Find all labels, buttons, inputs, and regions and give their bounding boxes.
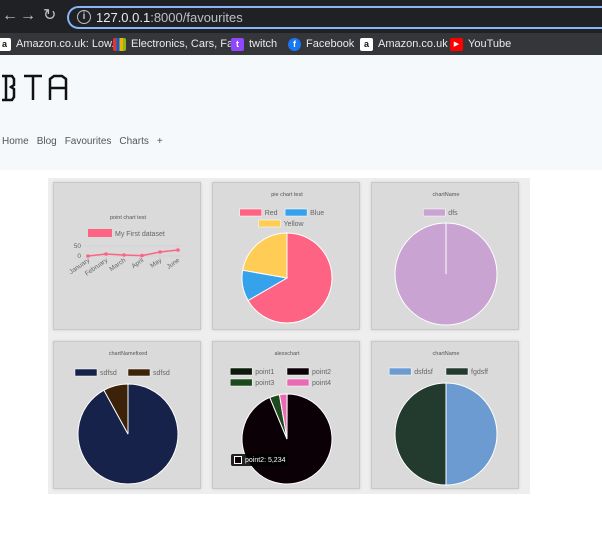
- legend-label: dfs: [448, 210, 458, 217]
- nav-favourites[interactable]: Favourites: [65, 136, 112, 147]
- bookmark-amazon-low[interactable]: a Amazon.co.uk: Low...: [0, 36, 121, 52]
- nav-blog[interactable]: Blog: [37, 136, 57, 147]
- tooltip-swatch: [234, 456, 242, 464]
- url-text[interactable]: 127.0.0.1:8000/favourites: [96, 10, 243, 25]
- twitch-icon: t: [231, 37, 244, 51]
- chart-card-1: point chart test My First dataset 50 0 Janua…: [53, 182, 201, 330]
- y-tick-label: 50: [74, 243, 82, 250]
- back-arrow-icon[interactable]: ←: [2, 8, 18, 24]
- data-point: [122, 253, 126, 257]
- amazon-icon: a: [0, 37, 11, 51]
- legend-label: fgdsff: [471, 369, 488, 376]
- x-tick-label: March: [108, 257, 127, 273]
- data-point: [158, 250, 162, 254]
- chart-card-4: chartNamefixed sdfsd sdfsd: [53, 341, 201, 489]
- tooltip-text: point2: 5,234: [245, 456, 286, 464]
- pie-slice: [394, 382, 447, 486]
- chart-title: point chart test: [110, 215, 147, 221]
- bookmark-twitch[interactable]: t twitch: [231, 36, 277, 52]
- legend-swatch: [286, 378, 310, 387]
- info-icon[interactable]: i: [77, 10, 91, 24]
- chart-card-5: alexschart point1 point2 point3 point4 point…: [212, 341, 360, 489]
- youtube-icon: ▶: [450, 37, 463, 51]
- chart-card-6: chartName dsfdsf fgdsff: [371, 341, 519, 489]
- bookmark-youtube[interactable]: ▶ YouTube: [450, 36, 511, 52]
- bookmark-label: Electronics, Cars, Fa...: [131, 38, 243, 50]
- nav-add[interactable]: +: [157, 136, 163, 147]
- legend-swatch: [284, 208, 308, 217]
- nav-home[interactable]: Home: [2, 136, 29, 147]
- pie-chart: chartName dfs: [394, 192, 498, 326]
- pie-chart: pie chart test Red Blue Yellow: [239, 192, 333, 324]
- amazon-icon: a: [360, 37, 373, 51]
- bookmark-label: Amazon.co.uk: Low...: [16, 38, 121, 50]
- legend-swatch: [286, 367, 310, 376]
- legend-label: point1: [255, 369, 274, 376]
- bookmark-label: YouTube: [468, 38, 512, 50]
- legend-swatch: [229, 378, 253, 387]
- legend-label: sdfsd: [100, 370, 117, 377]
- bookmark-ebay[interactable]: Electronics, Cars, Fa...: [113, 36, 242, 52]
- x-tick-label: May: [149, 256, 164, 269]
- browser-toolbar: ← → ↻ i 127.0.0.1:8000/favourites: [0, 0, 602, 33]
- nav-charts[interactable]: Charts: [119, 136, 148, 147]
- legend-swatch: [88, 229, 112, 237]
- legend-label: Red: [265, 210, 278, 217]
- site-logo[interactable]: [0, 73, 70, 108]
- bookmarks-bar: a Amazon.co.uk: Low... Electronics, Cars…: [0, 33, 602, 55]
- x-tick-label: June: [166, 257, 182, 271]
- legend-label: sdfsd: [153, 370, 170, 377]
- legend-swatch: [423, 208, 446, 217]
- site-header: [0, 55, 602, 170]
- data-point: [176, 248, 180, 252]
- logo-graphic: [2, 74, 68, 102]
- legend-swatch: [445, 367, 469, 376]
- series-line: [87, 249, 179, 257]
- legend-swatch: [127, 368, 151, 377]
- bookmark-label: twitch: [249, 38, 278, 50]
- ebay-icon: [113, 37, 126, 51]
- pie-slice: [445, 382, 498, 486]
- pie-chart: chartName dsfdsf fgdsff: [388, 351, 498, 486]
- chart-title: alexschart: [274, 351, 300, 357]
- chart-card-2: pie chart test Red Blue Yellow: [212, 182, 360, 330]
- legend-swatch: [258, 219, 281, 228]
- pie-slice: [242, 232, 288, 279]
- legend-swatch: [388, 367, 412, 376]
- bookmark-amazon[interactable]: a Amazon.co.uk: [360, 36, 448, 52]
- chart-title: chartName: [433, 351, 460, 357]
- legend-swatch: [229, 367, 253, 376]
- pie-chart: alexschart point1 point2 point3 point4: [229, 351, 333, 485]
- chart-tooltip: point2: 5,234: [231, 454, 289, 466]
- chart-title: chartNamefixed: [109, 351, 148, 357]
- chart-title: chartName: [433, 192, 460, 198]
- pie-chart: chartNamefixed sdfsd sdfsd: [74, 351, 179, 485]
- bookmark-label: Facebook: [306, 38, 355, 50]
- legend-label: Blue: [310, 210, 324, 217]
- x-tick-label: April: [130, 257, 145, 271]
- legend-label: point4: [312, 380, 331, 387]
- address-bar[interactable]: i 127.0.0.1:8000/favourites: [67, 6, 602, 29]
- legend-label: Yellow: [284, 221, 305, 228]
- data-point: [104, 252, 108, 256]
- site-nav: Home Blog Favourites Charts +: [2, 136, 163, 147]
- bookmark-facebook[interactable]: f Facebook: [288, 36, 354, 52]
- legend-label: point2: [312, 369, 331, 376]
- facebook-icon: f: [288, 37, 301, 51]
- legend-label: point3: [255, 380, 274, 387]
- legend-label: dsfdsf: [414, 369, 433, 376]
- chart-title: pie chart test: [271, 192, 303, 198]
- line-chart: point chart testMy First dataset500Janua…: [68, 215, 182, 278]
- forward-arrow-icon[interactable]: →: [20, 8, 36, 24]
- chart-card-3: chartName dfs: [371, 182, 519, 330]
- legend-swatch: [74, 368, 98, 377]
- legend-label: My First dataset: [115, 231, 165, 238]
- reload-icon[interactable]: ↻: [43, 8, 56, 24]
- bookmark-label: Amazon.co.uk: [378, 38, 448, 50]
- y-tick-label: 0: [77, 253, 81, 260]
- legend-swatch: [239, 208, 262, 217]
